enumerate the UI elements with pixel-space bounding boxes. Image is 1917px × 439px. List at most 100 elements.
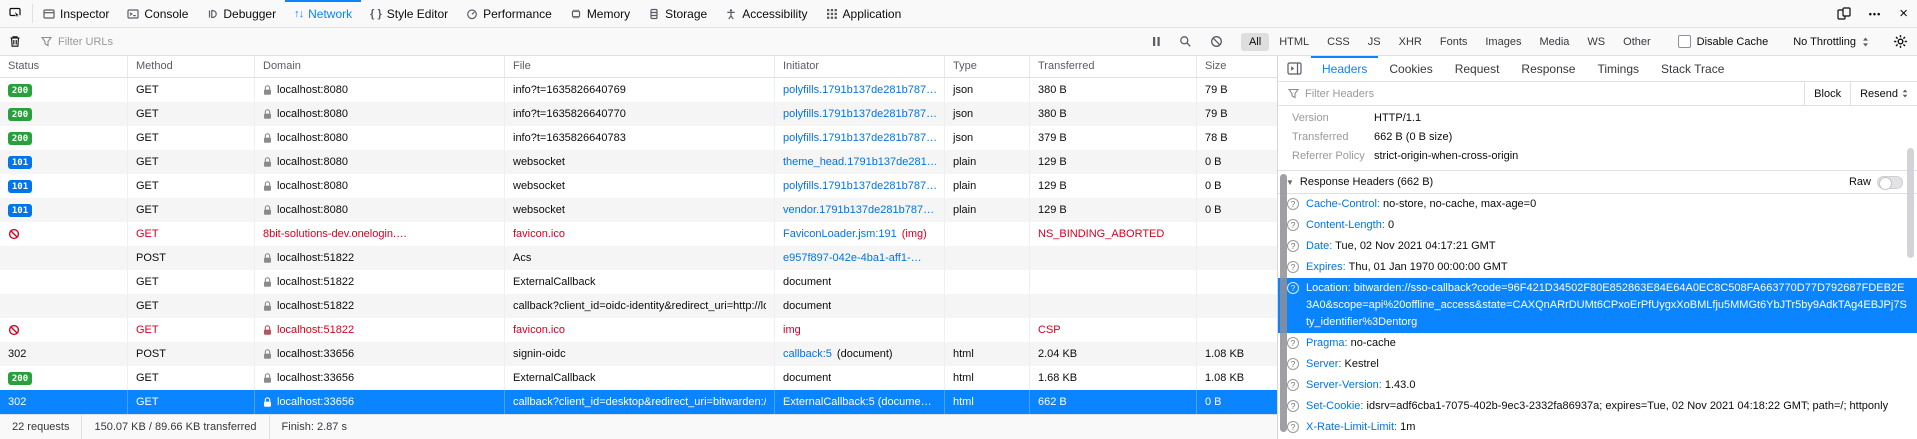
help-icon[interactable]: ? (1287, 400, 1299, 412)
header-row-date[interactable]: ?Date: Tue, 02 Nov 2021 04:17:21 GMT (1278, 236, 1917, 257)
column-header-type[interactable]: Type (945, 56, 1030, 77)
request-row[interactable]: GETlocalhost:51822favicon.icoimgCSP (0, 318, 1277, 342)
request-row[interactable]: 200GETlocalhost:33656ExternalCallbackdoc… (0, 366, 1277, 390)
response-headers-section-header[interactable]: ▼ Response Headers (662 B) Raw (1278, 170, 1917, 194)
resend-button[interactable]: Resend (1850, 82, 1917, 105)
url-filter-input[interactable]: Filter URLs (33, 28, 1143, 55)
type-filter-media[interactable]: Media (1531, 33, 1577, 51)
header-row-content-length[interactable]: ?Content-Length: 0 (1278, 215, 1917, 236)
header-row-server[interactable]: ?Server: Kestrel (1278, 354, 1917, 375)
details-tab-cookies[interactable]: Cookies (1378, 56, 1443, 81)
tool-tab-storage[interactable]: Storage (639, 0, 716, 27)
initiator-link[interactable]: FaviconLoader.jsm:191 (783, 228, 897, 240)
headers-filter-input[interactable]: Filter Headers (1278, 82, 1804, 105)
request-row[interactable]: GETlocalhost:51822ExternalCallbackdocume… (0, 270, 1277, 294)
type-filter-fonts[interactable]: Fonts (1432, 33, 1476, 51)
clear-requests-button[interactable] (0, 35, 30, 48)
meatball-menu-button[interactable]: ••• (1860, 0, 1890, 27)
help-icon[interactable]: ? (1287, 261, 1299, 273)
request-row[interactable]: GETlocalhost:51822callback?client_id=oid… (0, 294, 1277, 318)
column-header-size[interactable]: Size (1197, 56, 1277, 77)
tool-tab-accessibility[interactable]: Accessibility (716, 0, 816, 27)
request-blocking-button[interactable] (1201, 35, 1232, 48)
help-icon[interactable]: ? (1287, 358, 1299, 370)
header-row-server-version[interactable]: ?Server-Version: 1.43.0 (1278, 375, 1917, 396)
request-row[interactable]: 101GETlocalhost:8080websockettheme_head.… (0, 150, 1277, 174)
help-icon[interactable]: ? (1287, 421, 1299, 433)
summary-value: strict-origin-when-cross-origin (1374, 149, 1518, 164)
type-filter-ws[interactable]: WS (1579, 33, 1613, 51)
request-row[interactable]: POSTlocalhost:51822Acse957f897-042e-4ba1… (0, 246, 1277, 270)
help-icon[interactable]: ? (1287, 198, 1299, 210)
help-icon[interactable]: ? (1287, 337, 1299, 349)
initiator-link[interactable]: polyfills.1791b137de281b787… (783, 180, 936, 192)
column-header-initiator[interactable]: Initiator (775, 56, 945, 77)
type-filter-html[interactable]: HTML (1271, 33, 1317, 51)
block-url-button[interactable]: Block (1804, 82, 1850, 105)
header-row-location[interactable]: ?Location: bitwarden://sso-callback?code… (1278, 278, 1917, 333)
tool-tab-style-editor[interactable]: { }Style Editor (361, 0, 457, 27)
type-filter-css[interactable]: CSS (1319, 33, 1358, 51)
throttling-dropdown[interactable]: No Throttling (1781, 36, 1881, 48)
initiator-link[interactable]: callback:5 (783, 348, 832, 360)
search-button[interactable] (1170, 35, 1201, 48)
column-header-domain[interactable]: Domain (255, 56, 505, 77)
tool-tab-inspector[interactable]: Inspector (34, 0, 118, 27)
disable-cache-checkbox[interactable]: Disable Cache (1668, 35, 1779, 48)
responsive-design-mode-button[interactable] (1828, 0, 1860, 27)
method-cell: POST (128, 342, 255, 366)
tool-tab-application[interactable]: Application (817, 0, 911, 27)
request-row[interactable]: 101GETlocalhost:8080websocketvendor.1791… (0, 198, 1277, 222)
request-row[interactable]: 200GETlocalhost:8080info?t=1635826640769… (0, 78, 1277, 102)
initiator-link[interactable]: theme_head.1791b137de281… (783, 156, 936, 168)
request-row[interactable]: 101GETlocalhost:8080websocketpolyfills.1… (0, 174, 1277, 198)
header-row-set-cookie[interactable]: ?Set-Cookie: idsrv=adf6cba1-7075-402b-9e… (1278, 396, 1917, 417)
details-tab-request[interactable]: Request (1444, 56, 1511, 81)
type-filter-all[interactable]: All (1241, 33, 1269, 51)
column-header-status[interactable]: Status (0, 56, 128, 77)
help-icon[interactable]: ? (1287, 379, 1299, 391)
details-tab-stack-trace[interactable]: Stack Trace (1650, 56, 1735, 81)
close-devtools-button[interactable]: × (1890, 0, 1917, 27)
header-row-x-rate-limit-limit[interactable]: ?X-Rate-Limit-Limit: 1m (1278, 417, 1917, 438)
tool-tab-console[interactable]: Console (118, 0, 197, 27)
initiator-link[interactable]: vendor.1791b137de281b787… (783, 204, 934, 216)
split-console-toggle-button[interactable] (1278, 56, 1311, 81)
initiator-link[interactable]: e957f897-042e-4ba1-aff1-… (783, 252, 922, 264)
pause-traffic-button[interactable] (1143, 36, 1170, 47)
column-header-method[interactable]: Method (128, 56, 255, 77)
request-row[interactable]: 302POSTlocalhost:33656signin-oidccallbac… (0, 342, 1277, 366)
column-header-transferred[interactable]: Transferred (1030, 56, 1197, 77)
header-row-pragma[interactable]: ?Pragma: no-cache (1278, 333, 1917, 354)
node-picker-button[interactable] (0, 0, 31, 27)
network-settings-button[interactable] (1884, 34, 1917, 49)
type-filter-xhr[interactable]: XHR (1391, 33, 1430, 51)
request-row[interactable]: 200GETlocalhost:8080info?t=1635826640783… (0, 126, 1277, 150)
initiator-link[interactable]: polyfills.1791b137de281b787… (783, 84, 936, 96)
type-filter-js[interactable]: JS (1360, 33, 1389, 51)
help-icon[interactable]: ? (1287, 282, 1299, 294)
type-filter-other[interactable]: Other (1615, 33, 1659, 51)
initiator-link[interactable]: polyfills.1791b137de281b787… (783, 132, 936, 144)
header-row-cache-control[interactable]: ?Cache-Control: no-store, no-cache, max-… (1278, 194, 1917, 215)
request-row[interactable]: 200GETlocalhost:8080info?t=1635826640770… (0, 102, 1277, 126)
tool-tab-network[interactable]: ↑↓Network (285, 0, 361, 27)
details-tab-response[interactable]: Response (1510, 56, 1586, 81)
tool-tab-memory[interactable]: Memory (561, 0, 639, 27)
details-right-scrollbar-thumb[interactable] (1907, 148, 1914, 258)
details-scrollbar-thumb[interactable] (1280, 174, 1287, 432)
tool-tab-debugger[interactable]: Debugger (197, 0, 285, 27)
initiator-link[interactable]: polyfills.1791b137de281b787… (783, 108, 936, 120)
help-icon[interactable]: ? (1287, 219, 1299, 231)
size-cell (1197, 318, 1277, 342)
request-row[interactable]: GET8bit-solutions-dev.onelogin.…favicon.… (0, 222, 1277, 246)
tool-tab-performance[interactable]: Performance (457, 0, 561, 27)
help-icon[interactable]: ? (1287, 240, 1299, 252)
details-tab-timings[interactable]: Timings (1586, 56, 1650, 81)
column-header-file[interactable]: File (505, 56, 775, 77)
header-row-expires[interactable]: ?Expires: Thu, 01 Jan 1970 00:00:00 GMT (1278, 257, 1917, 278)
raw-toggle[interactable] (1877, 176, 1903, 189)
type-filter-images[interactable]: Images (1477, 33, 1529, 51)
request-row[interactable]: 302GETlocalhost:33656callback?client_id=… (0, 390, 1277, 414)
details-tab-headers[interactable]: Headers (1311, 56, 1378, 81)
